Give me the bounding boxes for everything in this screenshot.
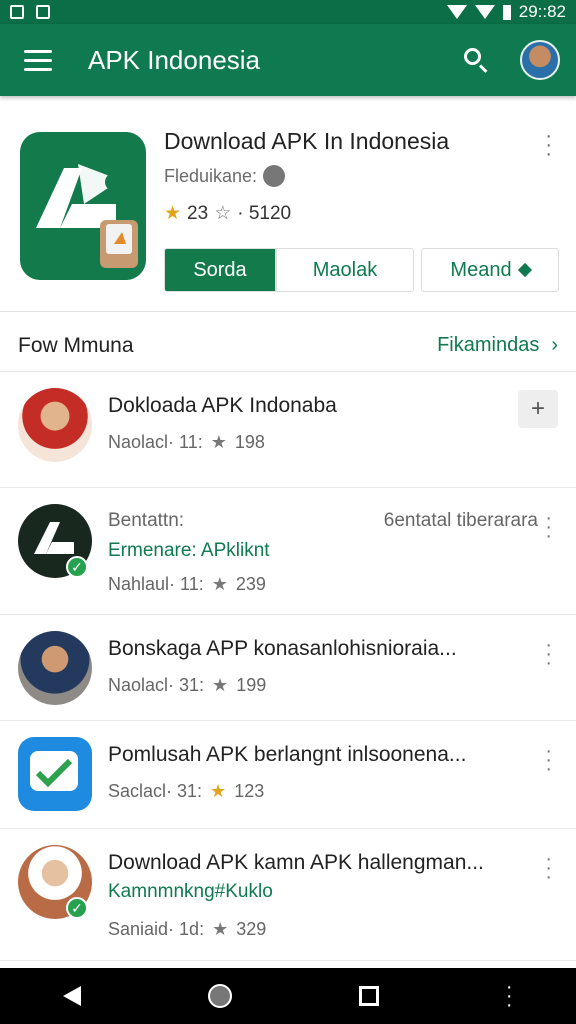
item-title: Dokloada APK Indonaba (108, 394, 337, 417)
star-icon: ★ (210, 781, 227, 801)
star-icon: ★ (210, 432, 227, 452)
signal-icon (474, 5, 495, 19)
star-icon: ★ (164, 203, 182, 224)
more-options-icon[interactable]: · · · (545, 508, 552, 546)
item-subtitle: Kamnmnkng#Kuklo (108, 881, 273, 902)
more-options-icon[interactable]: · · · (545, 126, 552, 164)
item-title: Bonskaga APP konasanlohisnioraia... (108, 637, 457, 660)
item-meta-left: Naolacl· 31: (108, 675, 205, 695)
battery-icon (502, 4, 511, 20)
list-item[interactable]: Dokloada APK Indonaba Naolacl· 11: ★ 198… (0, 372, 576, 488)
add-button[interactable]: + (518, 390, 558, 428)
primary-action-button[interactable]: Sorda (164, 248, 276, 292)
featured-actions: Sorda Maolak Meand (164, 248, 559, 292)
status-icon-a (10, 5, 24, 19)
item-title: Pomlusah APK berlangnt inlsoonena... (108, 743, 467, 766)
app-list: Dokloada APK Indonaba Naolacl· 11: ★ 198… (0, 372, 576, 961)
item-meta: Naolacl· 11: ★ 198 (108, 432, 265, 453)
item-rating: 239 (235, 574, 266, 594)
chevron-right-icon: › (551, 334, 558, 356)
menu-icon[interactable] (24, 49, 52, 71)
info-icon (263, 165, 286, 187)
item-meta-left: Saniaid· 1d: (108, 919, 205, 939)
back-icon[interactable] (63, 986, 82, 1006)
list-item[interactable]: ✓ Download APK kamn APK hallengman... Ka… (0, 829, 576, 961)
item-meta-left: Saclacl· 31: (108, 781, 203, 801)
item-meta: Saniaid· 1d: ★ 329 (108, 919, 266, 940)
verified-icon: ✓ (66, 556, 88, 578)
item-meta-left: Nahlaul· 11: (108, 574, 204, 594)
rating-value: 23 (187, 202, 209, 224)
system-navigation-bar: · · · (0, 968, 576, 1024)
secondary-action-button[interactable]: Maolak (276, 248, 414, 292)
verified-icon: ✓ (66, 897, 88, 919)
item-subtitle: Ermenare: APkliknt (108, 540, 270, 561)
app-thumbnail (18, 631, 92, 705)
item-meta: Saclacl· 31: ★ 123 (108, 781, 264, 802)
list-item[interactable]: ✓ Bentattn: 6entatal tiberarara Ermenare… (0, 488, 576, 615)
more-options-icon[interactable]: · · · (545, 635, 552, 673)
home-icon[interactable] (208, 984, 233, 1008)
list-item[interactable]: Pomlusah APK berlangnt inlsoonena... Sac… (0, 721, 576, 829)
item-meta: Naolacl· 31: ★ 199 (108, 675, 266, 696)
third-action-button[interactable]: Meand (421, 248, 559, 292)
featured-rating: ★ 23 ☆ · 5120 (164, 202, 291, 225)
featured-app-card: Download APK In Indonesia Fleduikane: ★ … (0, 106, 576, 312)
item-rating: 123 (234, 781, 265, 801)
diamond-icon (517, 262, 532, 278)
recents-icon[interactable] (359, 986, 380, 1006)
item-rating: 199 (236, 675, 267, 695)
app-thumbnail (18, 737, 92, 811)
search-icon[interactable] (462, 46, 490, 74)
item-meta-left: Naolacl· 11: (108, 432, 203, 452)
more-options-icon[interactable]: · · · (545, 849, 552, 887)
star-icon: ★ (212, 919, 229, 939)
subtitle-text: Fleduikane: (164, 165, 258, 186)
item-title-left: Bentattn: (108, 510, 185, 531)
star-outline-icon: ☆ (214, 203, 232, 224)
status-icon-b (36, 5, 50, 19)
top-app-bar: APK Indonesia (0, 24, 576, 96)
more-icon[interactable]: · · · (506, 977, 513, 1015)
review-count: · 5120 (237, 202, 292, 224)
item-title: Download APK kamn APK hallengman... (108, 851, 484, 874)
third-action-label: Meand (450, 258, 512, 281)
status-time: 29::82 (518, 2, 566, 21)
status-right: 29::82 (446, 2, 566, 22)
item-title: Bentattn: 6entatal tiberarara (108, 510, 538, 532)
item-title-right: 6entatal tiberarara (383, 510, 538, 531)
item-rating: 329 (236, 919, 267, 939)
wifi-icon (446, 5, 467, 19)
list-item[interactable]: Bonskaga APP konasanlohisnioraia... Naol… (0, 615, 576, 721)
star-icon: ★ (211, 574, 228, 594)
section-header: Fow Mmuna Fikamindas › (0, 320, 576, 372)
star-icon: ★ (212, 675, 229, 695)
section-link-label: Fikamindas (437, 334, 540, 356)
item-meta: Nahlaul· 11: ★ 239 (108, 574, 266, 595)
section-link[interactable]: Fikamindas › (437, 334, 558, 357)
item-rating: 198 (234, 432, 265, 452)
featured-app-subtitle: Fleduikane: (164, 165, 286, 187)
apk-logo-icon (20, 132, 146, 280)
featured-app-name: Download APK In Indonesia (164, 128, 450, 154)
more-options-icon[interactable]: · · · (545, 741, 552, 779)
section-title: Fow Mmuna (18, 333, 134, 357)
profile-avatar[interactable] (520, 40, 560, 80)
app-title: APK Indonesia (88, 44, 261, 75)
status-left-icons (10, 5, 50, 19)
app-thumbnail (18, 388, 92, 462)
status-bar: 29::82 (0, 0, 576, 24)
